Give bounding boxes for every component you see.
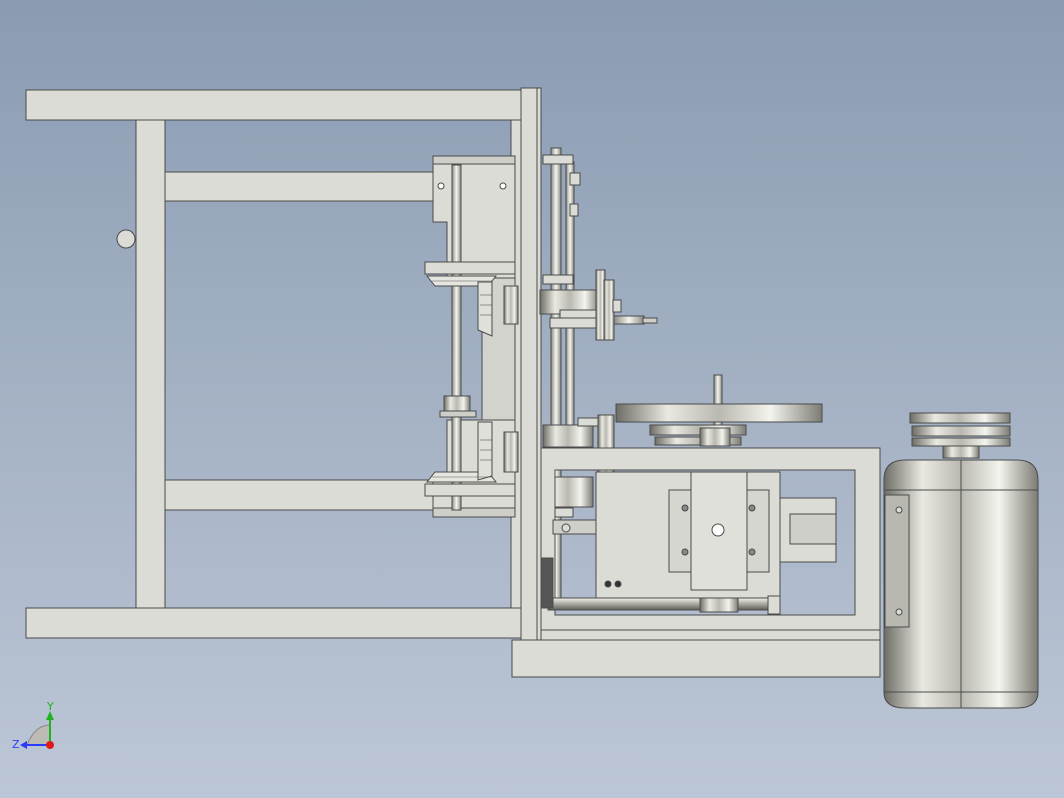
shaft-collar-top: [542, 154, 574, 165]
motor-pulley-2: [911, 425, 1011, 437]
frame-vertical-post: [135, 119, 166, 609]
cad-viewport[interactable]: Y Z: [0, 0, 1064, 798]
shaft-hub: [443, 395, 471, 413]
triad-y-label: Y: [46, 700, 54, 713]
bevel-gear-side-lower: [477, 421, 493, 481]
frame-hole: [116, 229, 136, 249]
assembly-drawing[interactable]: Y Z: [0, 0, 1064, 798]
flywheel-assembly: [615, 374, 823, 447]
z-axis-arrow: [20, 741, 27, 749]
triad-origin: [46, 741, 54, 749]
flywheel: [615, 403, 823, 423]
bearing-plate-lower: [424, 483, 516, 497]
frame-upper-rail: [164, 171, 436, 202]
v-belt-pulley-1: [649, 424, 747, 436]
frame-lower-rail: [164, 479, 436, 511]
bevel-gear-side-upper: [477, 281, 493, 337]
motor-pulley-1: [909, 412, 1011, 424]
frame-top-beam: [25, 89, 522, 121]
lower-rod: [547, 597, 781, 611]
gear-column: [424, 155, 519, 518]
gearbox-frame: [540, 447, 881, 631]
frame-bottom-beam: [25, 607, 522, 639]
upper-bracket: [432, 155, 516, 279]
triad-z-label: Z: [12, 738, 20, 751]
lower-bracket: [432, 419, 516, 518]
motor-mount: [884, 494, 910, 628]
electric-motor: [883, 412, 1039, 709]
main-vertical-plate: [520, 87, 542, 641]
coupling-lower: [542, 424, 594, 448]
axis-triad: Y Z: [12, 700, 54, 751]
horizontal-shaft: [613, 315, 645, 325]
bearing-plate-upper: [424, 261, 516, 275]
vertical-shaft-left: [451, 164, 462, 511]
